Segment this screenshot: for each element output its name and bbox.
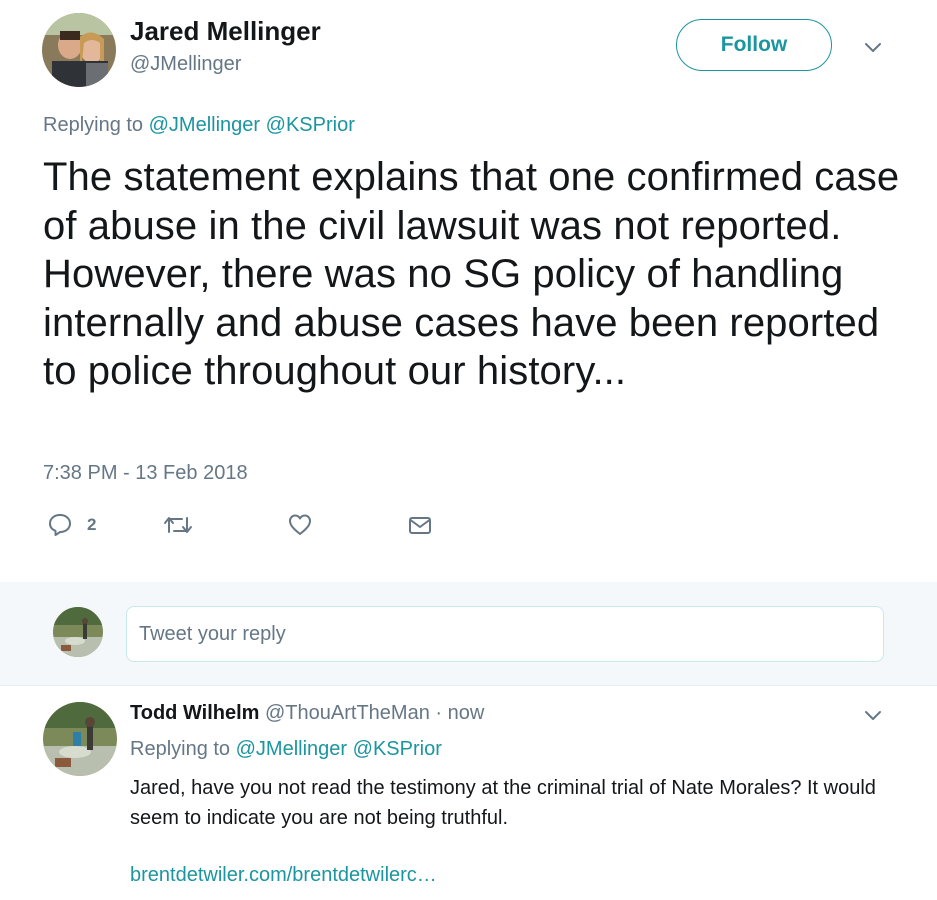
divider [0,685,937,686]
like-button[interactable] [287,511,313,539]
follow-button[interactable]: Follow [676,19,832,71]
chevron-down-icon[interactable] [862,37,884,59]
mention-link[interactable]: @JMellinger [236,738,347,760]
author-avatar[interactable] [42,13,116,87]
reply-replying-to: Replying to @JMellinger @KSPrior [130,738,442,761]
reply-composer [0,582,937,685]
chevron-down-icon[interactable] [862,705,884,727]
replying-to: Replying to @JMellinger @KSPrior [43,114,355,137]
retweet-button[interactable] [162,511,194,539]
reply-timestamp[interactable]: now [448,702,485,724]
envelope-icon [407,512,433,538]
author-handle[interactable]: @JMellinger [130,53,241,76]
reply-count: 2 [87,515,97,534]
reply-author-avatar[interactable] [43,702,117,776]
tweet-timestamp[interactable]: 7:38 PM - 13 Feb 2018 [43,462,248,485]
reply-author-name[interactable]: Todd Wilhelm [130,702,259,724]
heart-icon [287,512,313,538]
mention-link[interactable]: @KSPrior [266,114,355,136]
separator: · [435,702,443,724]
current-user-avatar [53,607,103,657]
replying-to-label: Replying to [43,114,144,136]
mention-link[interactable]: @KSPrior [353,738,442,760]
reply-input[interactable] [126,606,884,662]
direct-message-button[interactable] [407,511,433,539]
reply-author-handle[interactable]: @ThouArtTheMan [265,702,430,724]
tweet-text: The statement explains that one confirme… [43,155,900,393]
reply-text: Jared, have you not read the testimony a… [130,777,876,829]
reply-icon [47,512,73,538]
reply-header: Todd Wilhelm @ThouArtTheMan · now [130,702,484,725]
reply-url-link[interactable]: brentdetwiler.com/brentdetwilerc… [130,864,437,887]
mention-link[interactable]: @JMellinger [149,114,260,136]
author-name[interactable]: Jared Mellinger [130,16,321,47]
replying-to-label: Replying to [130,738,231,760]
reply-button[interactable]: 2 [47,511,96,539]
retweet-icon [162,512,194,538]
